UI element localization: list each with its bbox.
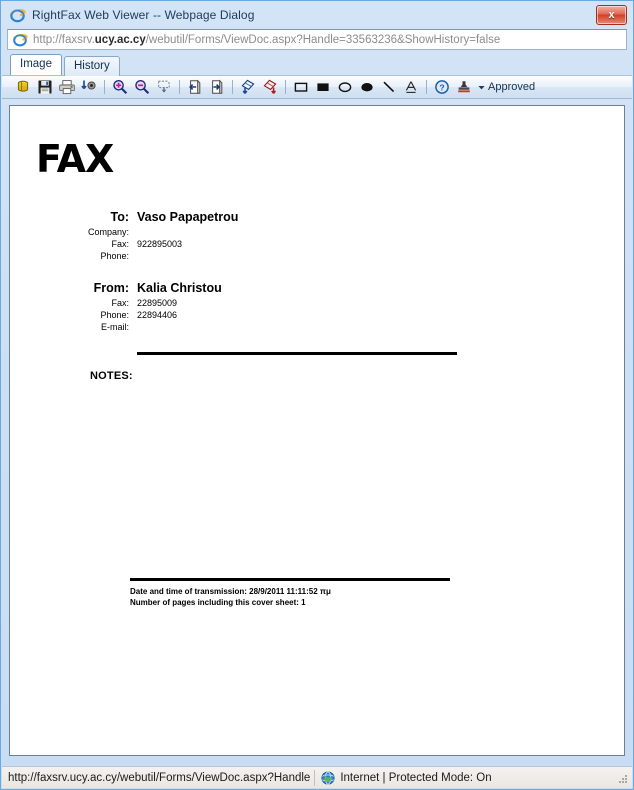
fax-notes-label: NOTES: <box>90 370 133 382</box>
address-bar[interactable]: http://faxsrv.ucy.ac.cy/webutil/Forms/Vi… <box>7 29 627 50</box>
fax-transmission-line: Date and time of transmission: 28/9/2011… <box>130 587 331 596</box>
fax-from-email-label: E-mail: <box>100 322 129 332</box>
toolbar-separator <box>104 80 105 94</box>
internet-explorer-icon <box>9 7 26 24</box>
webpage-dialog-window: RightFax Web Viewer -- Webpage Dialog x … <box>0 0 634 790</box>
close-icon: x <box>608 8 615 21</box>
toolbar-separator <box>232 80 233 94</box>
stack-icon[interactable] <box>12 77 34 97</box>
address-bar-url: http://faxsrv.ucy.ac.cy/webutil/Forms/Vi… <box>33 34 500 46</box>
fax-from-fax-value: 22895009 <box>137 298 178 308</box>
text-annotation-icon[interactable] <box>400 77 422 97</box>
fax-company-row: Company: <box>10 226 624 238</box>
toolbar-separator <box>285 80 286 94</box>
viewer-toolbar: ? Approved <box>2 75 632 99</box>
print-icon[interactable] <box>56 77 78 97</box>
tab-image-label: Image <box>20 58 52 70</box>
ellipse-outline-icon[interactable] <box>334 77 356 97</box>
rectangle-filled-icon[interactable] <box>312 77 334 97</box>
close-button[interactable]: x <box>596 5 627 25</box>
fax-to-fax-label: Fax: <box>111 239 129 249</box>
fax-footer: Date and time of transmission: 28/9/2011… <box>10 578 624 608</box>
fax-to-label: To: <box>110 210 129 224</box>
internet-explorer-icon <box>12 32 28 48</box>
svg-text:?: ? <box>439 82 444 92</box>
stamp-dropdown-label[interactable]: Approved <box>488 81 535 93</box>
fax-from-label: From: <box>93 281 129 295</box>
fax-top-divider <box>137 352 457 355</box>
fax-from-fax-label: Fax: <box>111 298 129 308</box>
fax-from-value: Kalia Christou <box>137 281 222 295</box>
globe-icon <box>321 770 335 785</box>
fax-from-phone-value: 22894406 <box>137 310 178 320</box>
previous-page-icon[interactable] <box>184 77 206 97</box>
address-bar-container: http://faxsrv.ucy.ac.cy/webutil/Forms/Vi… <box>1 29 633 54</box>
status-bar: http://faxsrv.ucy.ac.cy/webutil/Forms/Vi… <box>2 766 632 788</box>
send-icon[interactable] <box>78 77 100 97</box>
title-bar: RightFax Web Viewer -- Webpage Dialog x <box>1 1 633 29</box>
fax-company-label: Company: <box>87 227 129 237</box>
tab-image[interactable]: Image <box>10 54 62 75</box>
stamp-dropdown-caret-icon[interactable] <box>475 83 487 92</box>
url-suffix: /webutil/Forms/ViewDoc.aspx?Handle=33563… <box>145 33 501 46</box>
status-bar-zone: Internet | Protected Mode: On <box>340 771 492 784</box>
fax-from-row: From: Kalia Christou <box>10 280 624 297</box>
toolbar-separator <box>179 80 180 94</box>
window-title: RightFax Web Viewer -- Webpage Dialog <box>32 8 255 22</box>
fax-pages-line: Number of pages including this cover she… <box>130 598 306 607</box>
zoom-out-icon[interactable] <box>131 77 153 97</box>
status-divider <box>314 769 316 786</box>
fax-fields: To: Vaso Papapetrou Company: Fax: 922895… <box>10 209 624 333</box>
save-icon[interactable] <box>34 77 56 97</box>
fax-from-phone-row: Phone: 22894406 <box>10 309 624 321</box>
help-icon[interactable]: ? <box>431 77 453 97</box>
fax-to-fax-row: Fax: 922895003 <box>10 238 624 250</box>
toolbar-separator <box>426 80 427 94</box>
tab-strip: Image History <box>1 54 633 76</box>
status-bar-url: http://faxsrv.ucy.ac.cy/webutil/Forms/Vi… <box>8 771 311 784</box>
fax-to-row: To: Vaso Papapetrou <box>10 209 624 226</box>
fax-to-fax-value: 922895003 <box>137 239 183 249</box>
fax-from-phone-label: Phone: <box>100 310 129 320</box>
fax-to-value: Vaso Papapetrou <box>137 210 239 224</box>
rotate-left-icon[interactable] <box>237 77 259 97</box>
rotate-right-icon[interactable] <box>259 77 281 97</box>
fax-page: FAX To: Vaso Papapetrou Company: Fax: 92… <box>10 106 624 755</box>
fax-from-email-row: E-mail: <box>10 321 624 333</box>
fit-page-icon[interactable] <box>153 77 175 97</box>
zoom-in-icon[interactable] <box>109 77 131 97</box>
url-domain: ucy.ac.cy <box>94 33 146 46</box>
stamp-icon[interactable] <box>453 77 475 97</box>
fax-to-phone-row: Phone: <box>10 250 624 262</box>
next-page-icon[interactable] <box>206 77 228 97</box>
document-viewport[interactable]: FAX To: Vaso Papapetrou Company: Fax: 92… <box>9 105 625 756</box>
tab-history-label: History <box>73 60 110 72</box>
fax-bottom-divider <box>130 578 450 581</box>
ellipse-filled-icon[interactable] <box>356 77 378 97</box>
rectangle-outline-icon[interactable] <box>290 77 312 97</box>
fax-from-fax-row: Fax: 22895009 <box>10 297 624 309</box>
url-prefix: http://faxsrv. <box>33 33 95 46</box>
fax-heading: FAX <box>36 137 114 181</box>
resize-grip[interactable] <box>617 773 629 785</box>
fax-to-phone-label: Phone: <box>100 251 129 261</box>
tab-history[interactable]: History <box>63 56 120 76</box>
line-icon[interactable] <box>378 77 400 97</box>
